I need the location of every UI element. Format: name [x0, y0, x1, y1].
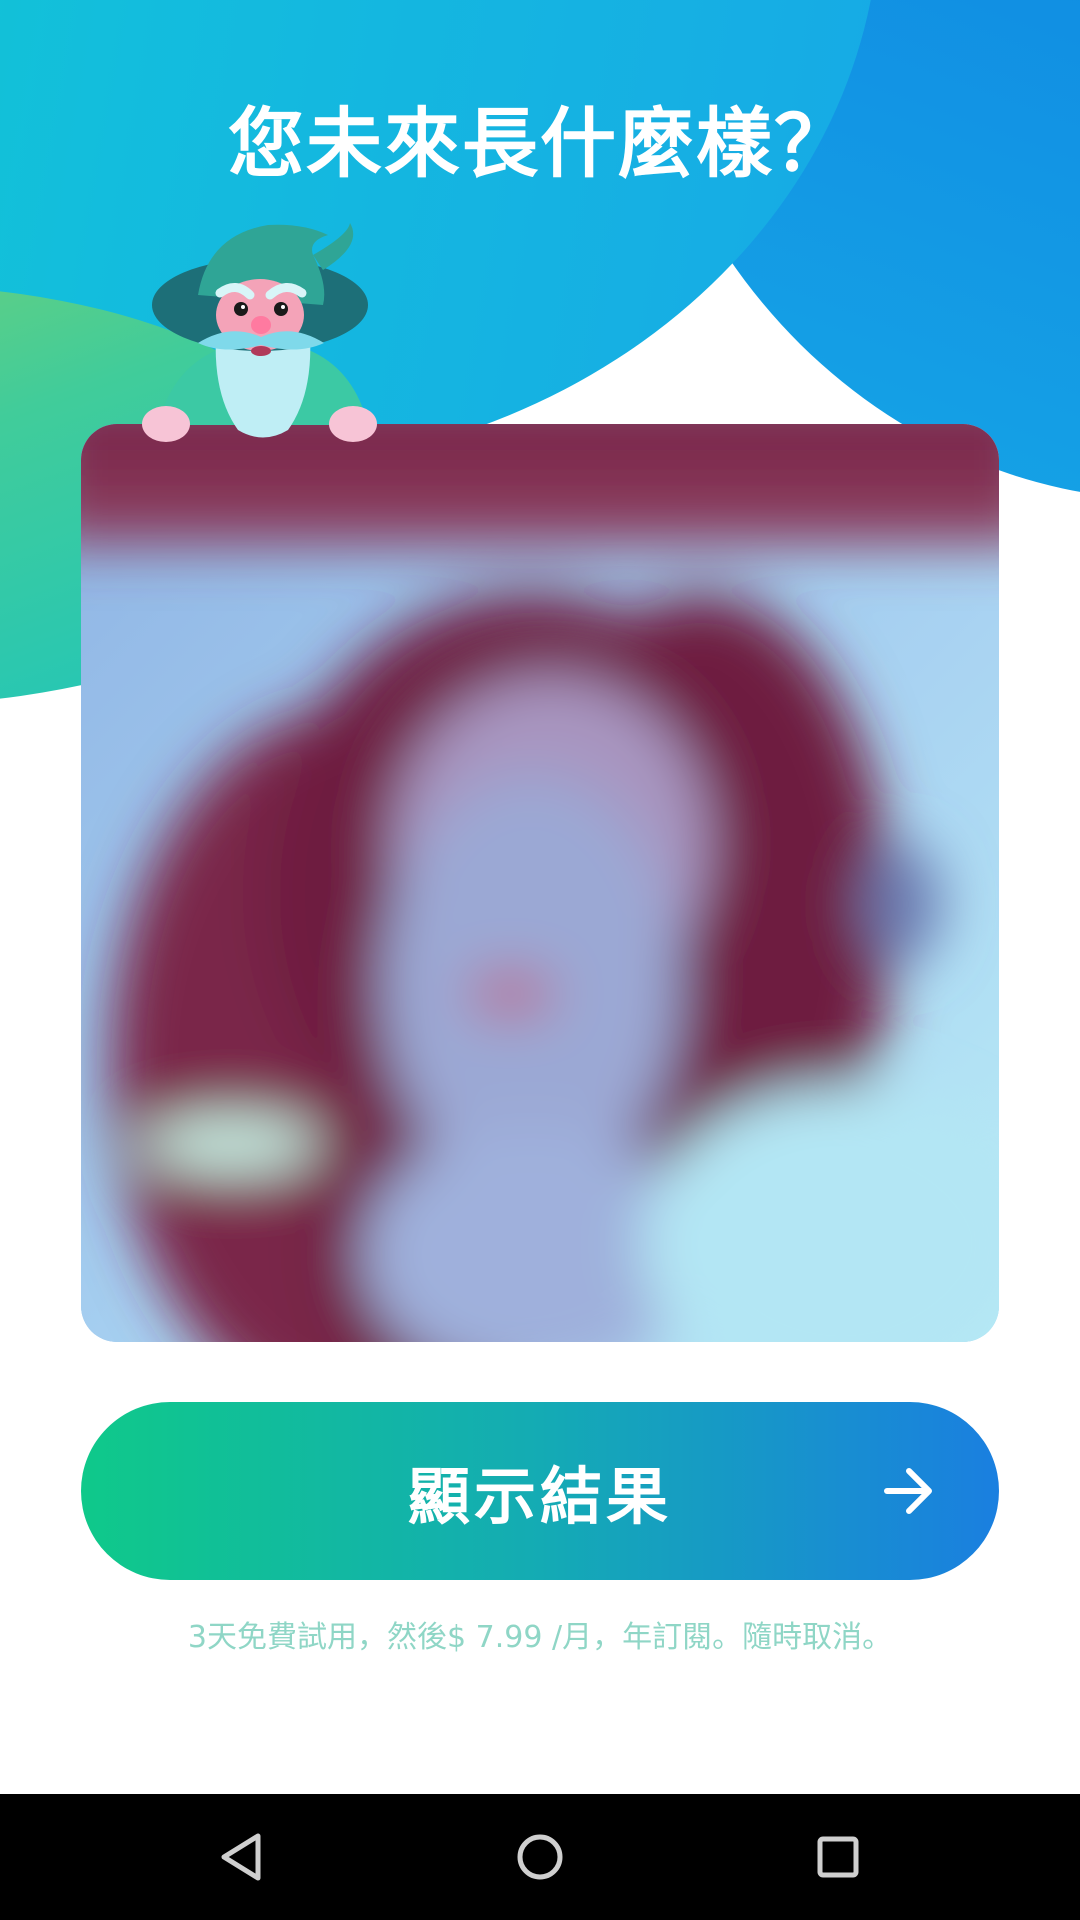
page-title: 您未來長什麼樣？: [228, 99, 852, 188]
home-circle-icon[interactable]: [505, 1822, 575, 1892]
subscription-terms: 3天免費試用，然後$ 7.99 /月，年訂閱。隨時取消。: [187, 1620, 893, 1655]
arrow-right-icon: [884, 1468, 932, 1514]
show-results-button[interactable]: 顯示結果: [81, 1402, 999, 1580]
back-triangle-icon[interactable]: [206, 1822, 276, 1892]
screen: 您未來長什麼樣？ 顯示結果 3天免費試用，然後$ 7.99 /月，年訂閱。隨時取…: [0, 0, 1080, 1920]
recent-apps-square-icon[interactable]: [803, 1822, 873, 1892]
system-navigation-bar: [0, 1794, 1080, 1920]
show-results-label: 顯示結果: [407, 1460, 672, 1533]
wizard-hands-icon: [138, 400, 388, 450]
blurred-photo-preview: [81, 424, 999, 1342]
